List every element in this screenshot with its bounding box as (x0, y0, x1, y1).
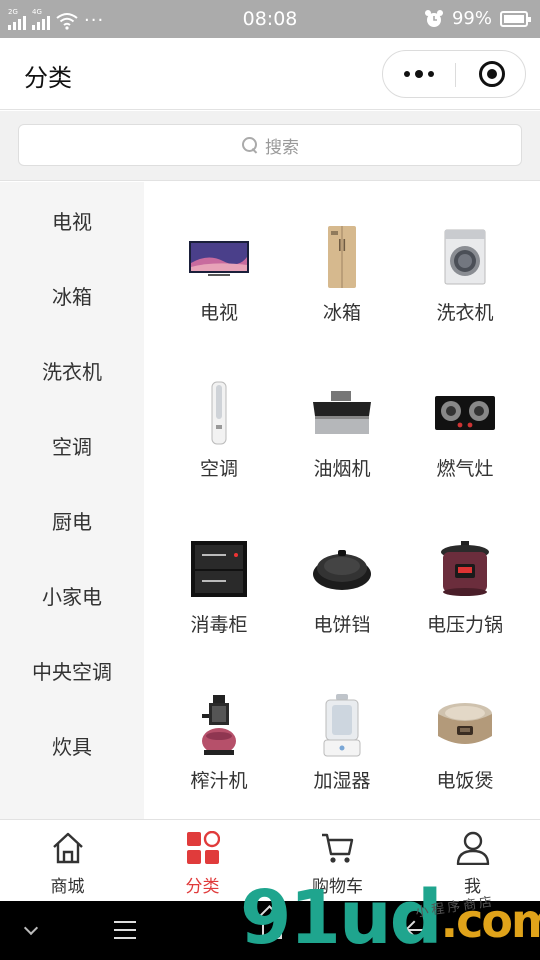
search-input[interactable]: 搜索 (18, 124, 522, 166)
grid-item-label: 电视 (199, 302, 238, 324)
sidebar-item-tv[interactable]: 电视 (0, 183, 144, 258)
juicer-icon (188, 692, 250, 758)
grid-item-gas-stove[interactable]: 燃气灶 (403, 380, 527, 510)
miniprogram-capsule (382, 50, 526, 98)
electric-griddle-icon (311, 536, 373, 602)
humidifier-icon (311, 692, 373, 758)
tab-home[interactable]: 商城 (0, 820, 135, 901)
grid-item-range-hood[interactable]: 油烟机 (280, 380, 404, 510)
category-sidebar: 电视 冰箱 洗衣机 空调 厨电 小家电 中央空调 炊具 (0, 182, 144, 819)
grid-item-label: 冰箱 (322, 302, 361, 324)
air-conditioner-icon (188, 380, 250, 446)
search-area: 搜索 (0, 111, 540, 181)
tv-icon (188, 224, 250, 290)
grid-item-label: 电饭煲 (436, 770, 494, 792)
grid-item-juicer[interactable]: 榨汁机 (157, 692, 281, 822)
alarm-icon (424, 9, 443, 27)
grid-item-tv[interactable]: 电视 (157, 224, 281, 354)
page-title: 分类 (24, 64, 72, 92)
grid-item-washer[interactable]: 洗衣机 (403, 224, 527, 354)
grid-item-label: 电压力锅 (426, 614, 503, 636)
target-close-icon[interactable] (479, 61, 505, 87)
search-placeholder: 搜索 (265, 137, 299, 158)
subcategory-grid: 电视 冰箱 洗衣机 空调 油烟机 燃气灶 消毒柜 电饼铛 电压力锅 榨汁机 加湿… (144, 182, 540, 819)
sidebar-item-fridge[interactable]: 冰箱 (0, 258, 144, 333)
sidebar-item-kitchen[interactable]: 厨电 (0, 483, 144, 558)
grid-item-disinfection-cabinet[interactable]: 消毒柜 (157, 536, 281, 666)
chevron-down-icon[interactable] (23, 920, 39, 936)
fridge-icon (311, 224, 373, 290)
grid-item-label: 空调 (199, 458, 238, 480)
grid-item-label: 洗衣机 (436, 302, 494, 324)
grid-item-label: 榨汁机 (190, 770, 248, 792)
status-bar: 2G 4G ··· 08:08 99% (0, 0, 540, 38)
sidebar-item-small-appliances[interactable]: 小家电 (0, 558, 144, 633)
gas-stove-icon (434, 380, 496, 446)
battery-icon (500, 10, 531, 27)
washing-machine-icon (434, 224, 496, 290)
watermark-main: 91ud (240, 875, 443, 960)
sidebar-item-ac[interactable]: 空调 (0, 408, 144, 483)
capsule-divider (455, 63, 456, 87)
grid-item-label: 油烟机 (313, 458, 371, 480)
battery-percent: 99% (451, 8, 492, 29)
grid-item-pressure-cooker[interactable]: 电压力锅 (403, 536, 527, 666)
home-icon (53, 832, 83, 864)
sidebar-item-cookware[interactable]: 炊具 (0, 708, 144, 783)
menu-icon[interactable] (114, 921, 136, 939)
sidebar-item-washer[interactable]: 洗衣机 (0, 333, 144, 408)
grid-item-ac[interactable]: 空调 (157, 380, 281, 510)
status-right: 99% (424, 8, 531, 29)
more-dots-icon[interactable] (383, 51, 455, 97)
grid-item-fridge[interactable]: 冰箱 (280, 224, 404, 354)
grid-item-label: 燃气灶 (436, 458, 494, 480)
rice-cooker-icon (434, 692, 496, 758)
nav-bar: 分类 (0, 38, 540, 110)
grid-item-label: 消毒柜 (190, 614, 248, 636)
user-icon (456, 831, 490, 865)
pressure-cooker-icon (434, 536, 496, 602)
grid-item-humidifier[interactable]: 加湿器 (280, 692, 404, 822)
search-icon (241, 136, 259, 154)
sidebar-item-central-ac[interactable]: 中央空调 (0, 633, 144, 708)
watermark-logo: 91ud.com (240, 878, 540, 960)
range-hood-icon (311, 380, 373, 446)
grid-item-griddle[interactable]: 电饼铛 (280, 536, 404, 666)
grid-item-label: 电饼铛 (313, 614, 371, 636)
disinfection-cabinet-icon (188, 536, 250, 602)
tab-home-label: 商城 (50, 877, 85, 897)
category-icon (187, 831, 220, 864)
grid-item-rice-cooker[interactable]: 电饭煲 (403, 692, 527, 822)
cart-icon (322, 833, 354, 863)
grid-item-label: 加湿器 (313, 770, 371, 792)
